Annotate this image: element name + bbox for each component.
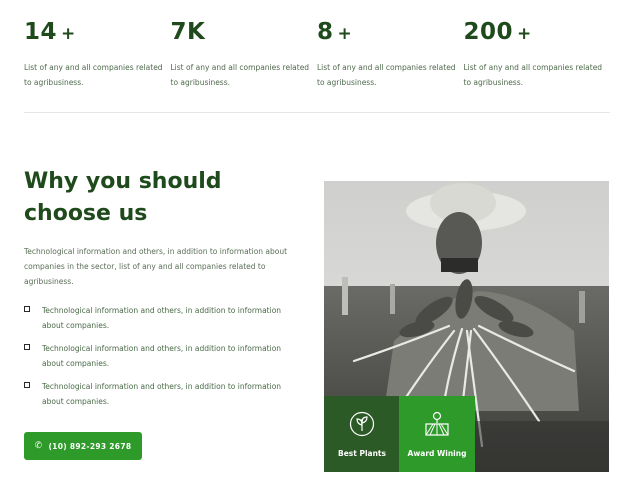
stat-item: 14 + List of any and all companies relate… xyxy=(24,18,171,90)
list-item: Technological information and others, in… xyxy=(24,301,309,339)
stat-number: 8 + xyxy=(317,19,353,45)
stat-item: 200 + List of any and all companies relat… xyxy=(464,18,611,90)
list-item-text: Technological information and others, in… xyxy=(42,382,282,406)
stat-description: List of any and all companies related to… xyxy=(170,63,310,87)
why-choose-section: Why you should choose us Technological i… xyxy=(24,166,309,415)
stat-item: 8 + List of any and all companies related… xyxy=(317,18,464,90)
phone-call-button[interactable]: ✆ (10) 892-293 2678 xyxy=(24,432,142,460)
plant-icon xyxy=(349,411,375,441)
square-bullet-icon xyxy=(24,382,30,388)
stats-row: 14 + List of any and all companies relate… xyxy=(24,18,610,90)
list-item: Technological information and others, in… xyxy=(24,339,309,377)
list-item: Technological information and others, in… xyxy=(24,377,309,415)
phone-button-label: (10) 892-293 2678 xyxy=(48,441,132,451)
badge-label: Best Plants xyxy=(338,448,386,458)
stat-description: List of any and all companies related to… xyxy=(24,63,163,87)
list-item-text: Technological information and others, in… xyxy=(42,344,282,368)
badge-label: Award Wining xyxy=(407,448,467,458)
phone-icon: ✆ xyxy=(34,441,43,451)
award-farm-icon xyxy=(423,411,451,441)
stat-number: 7K xyxy=(170,19,206,45)
section-intro: Technological information and others, in… xyxy=(24,247,288,286)
square-bullet-icon xyxy=(24,306,30,312)
square-bullet-icon xyxy=(24,344,30,350)
feature-list: Technological information and others, in… xyxy=(24,301,309,415)
section-divider xyxy=(24,112,610,113)
stat-number: 14 + xyxy=(24,19,76,45)
badge-award-wining[interactable]: Award Wining xyxy=(399,396,475,472)
list-item-text: Technological information and others, in… xyxy=(42,306,282,330)
stat-description: List of any and all companies related to… xyxy=(463,63,603,87)
stat-number: 200 + xyxy=(463,19,532,45)
section-heading: Why you should choose us xyxy=(24,169,222,226)
stat-item: 7K List of any and all companies related… xyxy=(171,18,318,90)
stat-description: List of any and all companies related to… xyxy=(317,63,456,87)
badge-best-plants[interactable]: Best Plants xyxy=(324,396,400,472)
